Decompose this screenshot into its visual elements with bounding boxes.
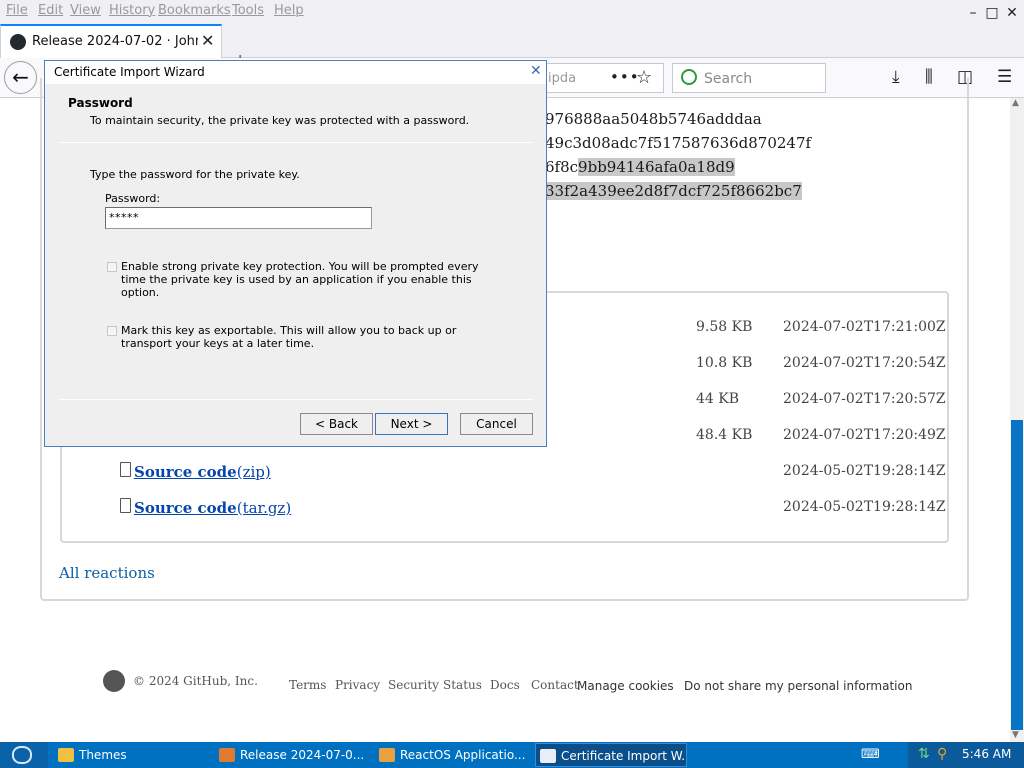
dialog-heading: Password [68, 96, 133, 110]
asset-date: 2024-05-02T19:28:14Z [783, 499, 946, 515]
asset-date: 2024-05-02T19:28:14Z [783, 463, 946, 479]
asset-size: 10.8 KB [696, 355, 753, 371]
scroll-up-icon[interactable]: ▲ [1012, 98, 1019, 108]
folder-icon [58, 748, 74, 762]
zip-file-icon [120, 498, 131, 513]
back-button[interactable]: < Back [300, 413, 373, 435]
footer-link-status[interactable]: Status [443, 678, 482, 692]
menu-bookmarks[interactable]: Bookmarks [158, 3, 231, 18]
exportable-label: Mark this key as exportable. This will a… [121, 324, 457, 350]
divider [59, 399, 533, 400]
footer-link-terms[interactable]: Terms [289, 678, 326, 692]
reactos-start-icon [12, 746, 32, 764]
hash-line: 976888aa5048b5746adddaa [545, 110, 762, 128]
dialog-title: Certificate Import Wizard [54, 65, 205, 79]
search-tray-icon[interactable]: ⚲ [937, 746, 947, 762]
menu-file[interactable]: File [6, 3, 28, 18]
all-reactions-link[interactable]: All reactions [59, 564, 155, 582]
asset-size: 44 KB [696, 391, 740, 407]
asset-date: 2024-07-02T17:20:57Z [783, 391, 946, 407]
hash-line: 33f2a439ee2d8f7dcf725f8662bc7 [545, 182, 802, 200]
task-themes[interactable]: Themes [54, 743, 204, 767]
scrollbar-thumb[interactable] [1011, 420, 1023, 730]
app-manager-icon [379, 748, 395, 762]
close-window-icon[interactable]: ✕ [1004, 5, 1020, 21]
do-not-share-link[interactable]: Do not share my personal information [684, 679, 912, 693]
hash-line: 49c3d08adc7f517587636d870247f [545, 134, 812, 152]
asset-date: 2024-07-02T17:20:49Z [783, 427, 946, 443]
browser-tab[interactable]: Release 2024-07-02 · JohnTHaller ✕ [0, 24, 222, 58]
scroll-down-icon[interactable]: ▼ [1012, 730, 1019, 740]
asset-size: 48.4 KB [696, 427, 753, 443]
asset-date: 2024-07-02T17:21:00Z [783, 319, 946, 335]
dialog-subheading: To maintain security, the private key wa… [90, 114, 470, 127]
source-code-zip-link[interactable]: Source code(zip) [134, 463, 271, 481]
close-tab-icon[interactable]: ✕ [201, 31, 214, 50]
zip-file-icon [120, 462, 131, 477]
menu-tools[interactable]: Tools [232, 3, 264, 18]
dialog-titlebar[interactable]: Certificate Import Wizard ✕ [45, 61, 546, 84]
menu-history[interactable]: History [109, 3, 155, 18]
menu-bar: File Edit View History Bookmarks Tools H… [0, 0, 1024, 24]
source-code-targz-link[interactable]: Source code(tar.gz) [134, 499, 291, 517]
manage-cookies-button[interactable]: Manage cookies [577, 679, 674, 693]
menu-view[interactable]: View [70, 3, 101, 18]
vertical-scrollbar[interactable]: ▲ ▼ [1010, 98, 1024, 742]
tab-title: Release 2024-07-02 · JohnTHaller [32, 34, 198, 49]
start-button[interactable] [0, 742, 48, 768]
minimize-icon[interactable]: – [965, 5, 981, 21]
copyright: © 2024 GitHub, Inc. [133, 674, 258, 688]
password-field[interactable]: ***** [105, 207, 372, 229]
footer-link-docs[interactable]: Docs [490, 678, 520, 692]
network-icon[interactable]: ⇅ [918, 746, 930, 762]
footer-link-security[interactable]: Security [388, 678, 439, 692]
footer-link-contact[interactable]: Contact [531, 678, 579, 692]
strong-protection-label: Enable strong private key protection. Yo… [121, 260, 479, 299]
github-icon [10, 34, 26, 50]
asset-size: 9.58 KB [696, 319, 753, 335]
maximize-icon[interactable]: □ [984, 5, 1000, 21]
footer-link-privacy[interactable]: Privacy [335, 678, 380, 692]
github-logo-icon [103, 670, 125, 692]
task-browser[interactable]: Release 2024-07-0... [215, 743, 365, 767]
menu-icon[interactable]: ☰ [997, 67, 1012, 87]
back-button[interactable]: ← [4, 61, 37, 94]
password-prompt: Type the password for the private key. [90, 168, 300, 181]
window-icon [540, 749, 556, 763]
asset-date: 2024-07-02T17:20:54Z [783, 355, 946, 371]
next-button[interactable]: Next > [375, 413, 448, 435]
exportable-checkbox[interactable] [107, 326, 117, 336]
strong-protection-checkbox[interactable] [107, 262, 117, 272]
password-label: Password: [105, 192, 161, 205]
keyboard-icon[interactable]: ⌨ [861, 747, 880, 762]
tab-strip: Release 2024-07-02 · JohnTHaller ✕ + [0, 24, 1024, 74]
task-reactos-apps[interactable]: ReactOS Applicatio... [375, 743, 525, 767]
dialog-close-icon[interactable]: ✕ [530, 63, 542, 79]
menu-edit[interactable]: Edit [38, 3, 63, 18]
cancel-button[interactable]: Cancel [460, 413, 533, 435]
certificate-import-dialog: Certificate Import Wizard ✕ Password To … [44, 60, 547, 447]
hash-line: 6f8c9bb94146afa0a18d9 [545, 158, 735, 176]
clock[interactable]: 5:46 AM [962, 747, 1011, 761]
firefox-icon [219, 748, 235, 762]
divider [59, 142, 533, 143]
taskbar: Themes Release 2024-07-0... ReactOS Appl… [0, 742, 1024, 768]
task-certificate-wizard[interactable]: Certificate Import W... [535, 743, 687, 767]
menu-help[interactable]: Help [274, 3, 304, 18]
